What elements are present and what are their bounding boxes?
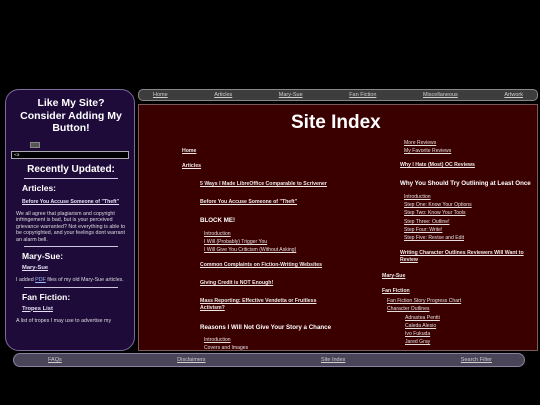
outlining-step-five-link[interactable]: Step Five: Revise and Edit	[404, 235, 464, 241]
why-hate-oc-reviews-link[interactable]: Why I Hate (Most) OC Reviews	[400, 162, 475, 168]
outlining-step-three-link[interactable]: Step Three: Outline!	[404, 219, 450, 225]
article-link-libreoffice[interactable]: 5 Ways I Made LibreOffice Comparable to …	[200, 181, 327, 187]
site-button-image-icon[interactable]	[30, 141, 40, 148]
index-fan-fiction-link[interactable]: Fan Fiction	[382, 288, 410, 294]
mary-sue-blurb: I added PDF files of my old Mary-Sue art…	[16, 277, 128, 284]
block-me-intro-link[interactable]: Introduction	[204, 231, 231, 237]
top-nav: Home Articles Mary-Sue Fan Fiction Misce…	[138, 89, 538, 101]
mary-sue-heading: Mary-Sue:	[22, 251, 64, 261]
reasons-heading: Reasons I Will Not Give Your Story a Cha…	[200, 324, 332, 331]
nav-fan-fiction[interactable]: Fan Fiction	[349, 92, 376, 98]
button-code-field[interactable]: <a	[11, 150, 129, 159]
more-reviews-link[interactable]: More Reviews	[404, 140, 436, 146]
footer-site-index-link[interactable]: Site Index	[321, 357, 345, 363]
nav-articles[interactable]: Articles	[214, 92, 232, 98]
page-title: Site Index	[291, 112, 381, 133]
nav-miscellaneous[interactable]: Miscellaneous	[423, 92, 458, 98]
block-me-criticism-link[interactable]: I Will Give You Criticism (Without Askin…	[204, 247, 296, 253]
footer-search-filter-link[interactable]: Search Filter	[461, 357, 492, 363]
outlining-step-one-link[interactable]: Step One: Know Your Options	[404, 202, 472, 208]
footer-disclaimers-link[interactable]: Disclaimers	[177, 357, 205, 363]
index-mary-sue-link[interactable]: Mary-Sue	[382, 273, 405, 279]
divider	[24, 177, 118, 179]
recent-article-blurb: We all agree that plagiarism and copyrig…	[16, 210, 126, 243]
nav-mary-sue[interactable]: Mary-Sue	[279, 92, 303, 98]
sidebar: Like My Site? Consider Adding My Button!…	[5, 89, 135, 351]
reasons-intro-link[interactable]: Introduction	[204, 337, 231, 343]
sidebar-title: Like My Site? Consider Adding My Button!	[20, 97, 122, 134]
mary-sue-blurb-post: files of my old Mary-Sue articles.	[45, 277, 124, 283]
footer-faqs-link[interactable]: FAQs	[48, 357, 62, 363]
block-me-heading: BLOCK ME!	[200, 217, 236, 224]
reasons-covers-link[interactable]: Covers and Images	[204, 345, 248, 350]
character-link[interactable]: Ivo Fukuda	[405, 331, 430, 337]
fan-fiction-heading: Fan Fiction:	[22, 291, 71, 302]
article-link-mass-reporting[interactable]: Mass Reporting: Effective Vendetta or Fr…	[200, 298, 335, 311]
character-link[interactable]: Adrastea Pentti	[405, 315, 440, 321]
nav-home[interactable]: Home	[153, 92, 168, 98]
outlining-intro-link[interactable]: Introduction	[404, 194, 431, 200]
article-link-theft[interactable]: Before You Accuse Someone of "Theft"	[200, 199, 297, 205]
mary-sue-blurb-pre: I added	[16, 277, 36, 283]
recent-article-link[interactable]: Before You Accuse Someone of "Theft"	[22, 199, 128, 205]
block-me-trigger-link[interactable]: I Will (Probably) Trigger You	[204, 239, 267, 245]
character-outlines-article-link[interactable]: Writing Character Outlines Reviewers Wil…	[400, 250, 537, 263]
outlining-heading: Why You Should Try Outlining at Least On…	[400, 180, 531, 187]
story-progress-chart-link[interactable]: Fan Fiction Story Progress Chart	[387, 298, 461, 304]
pdf-link[interactable]: PDF	[35, 277, 46, 283]
recent-fan-fiction-link[interactable]: Tropes List	[22, 306, 128, 312]
character-link[interactable]: Caleda Alesio	[405, 323, 436, 329]
fan-fiction-blurb: A list of tropes I may use to advertise …	[16, 317, 112, 324]
article-link-credit[interactable]: Giving Credit is NOT Enough!	[200, 280, 273, 286]
footer-nav: FAQs Disclaimers Site Index Search Filte…	[13, 353, 525, 367]
favorite-reviews-link[interactable]: My Favorite Reviews	[404, 148, 451, 154]
articles-heading: Articles:	[22, 182, 57, 193]
index-home-link[interactable]: Home	[182, 148, 196, 154]
divider	[24, 286, 118, 288]
divider	[24, 246, 118, 247]
nav-artwork[interactable]: Artwork	[504, 92, 523, 98]
recently-updated-heading: Recently Updated:	[27, 163, 115, 175]
index-articles-link[interactable]: Articles	[182, 163, 201, 169]
article-link-complaints[interactable]: Common Complaints on Fiction-Writing Web…	[200, 262, 322, 268]
main-panel: Site Index Home Articles 5 Ways I Made L…	[138, 104, 538, 351]
outlining-step-two-link[interactable]: Step Two: Know Your Tools	[404, 210, 466, 216]
character-link[interactable]: Jared Gray	[405, 339, 430, 345]
outlining-step-four-link[interactable]: Step Four: Write!	[404, 227, 442, 233]
recent-mary-sue-link[interactable]: Mary-Sue	[22, 265, 128, 271]
character-outlines-link[interactable]: Character Outlines	[387, 306, 429, 312]
